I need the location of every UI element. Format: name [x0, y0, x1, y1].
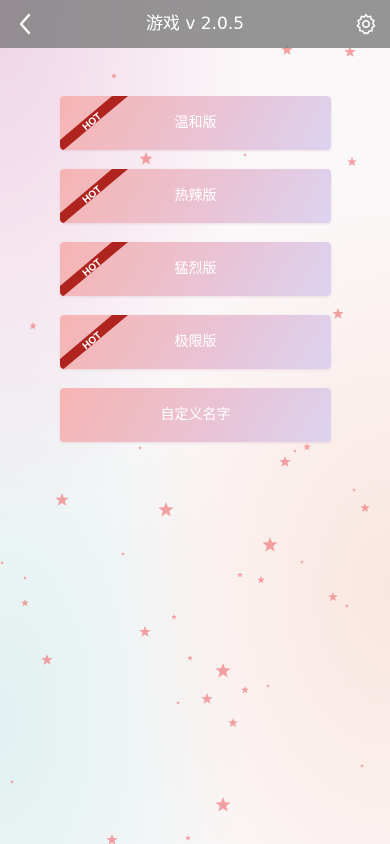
star-icon: [215, 797, 231, 812]
mode-button-label: 热辣版: [174, 188, 217, 204]
star-icon: [237, 572, 243, 578]
star-icon: [29, 322, 37, 330]
mode-button-mild[interactable]: HOT 温和版: [60, 96, 331, 150]
mode-button-label: 自定义名字: [160, 407, 231, 423]
star-icon: [55, 493, 69, 506]
star-icon: [201, 693, 213, 704]
star-icon: [360, 503, 370, 512]
top-bar: 游戏 v 2.0.5: [0, 0, 390, 48]
gear-icon[interactable]: [354, 12, 378, 36]
mode-button-spicy[interactable]: HOT 热辣版: [60, 169, 331, 223]
star-icon: [328, 592, 338, 601]
star-icon: [241, 686, 249, 694]
star-icon: [347, 157, 357, 166]
star-icon: [266, 684, 270, 688]
star-icon: [21, 599, 29, 607]
star-icon: [332, 308, 344, 319]
star-icon: [158, 502, 174, 517]
star-icon: [121, 552, 125, 556]
star-icon: [10, 780, 14, 784]
star-icon: [185, 835, 191, 841]
chevron-left-icon[interactable]: [12, 10, 40, 38]
star-icon: [176, 701, 180, 705]
star-icon: [360, 764, 364, 768]
star-icon: [0, 561, 4, 565]
star-icon: [111, 73, 117, 79]
star-icon: [187, 655, 193, 661]
star-icon: [215, 663, 231, 678]
star-icon: [345, 604, 349, 608]
star-icon: [257, 576, 265, 584]
mode-menu: HOT 温和版 HOT 热辣版 HOT 猛烈版 HOT 极限版 自定义名字: [60, 96, 331, 461]
star-icon: [41, 654, 53, 665]
mode-button-fierce[interactable]: HOT 猛烈版: [60, 242, 331, 296]
mode-button-label: 温和版: [174, 115, 217, 131]
mode-button-label: 猛烈版: [174, 261, 217, 277]
mode-button-extreme[interactable]: HOT 极限版: [60, 315, 331, 369]
star-icon: [106, 834, 118, 844]
star-icon: [228, 718, 238, 727]
page-title: 游戏 v 2.0.5: [145, 14, 245, 34]
star-icon: [171, 614, 177, 620]
star-icon: [139, 626, 151, 637]
mode-button-label: 极限版: [174, 334, 217, 350]
star-icon: [300, 560, 304, 564]
star-icon: [352, 488, 356, 492]
star-icon: [262, 537, 278, 552]
star-icon: [23, 576, 27, 580]
mode-button-custom-name[interactable]: 自定义名字: [60, 388, 331, 442]
